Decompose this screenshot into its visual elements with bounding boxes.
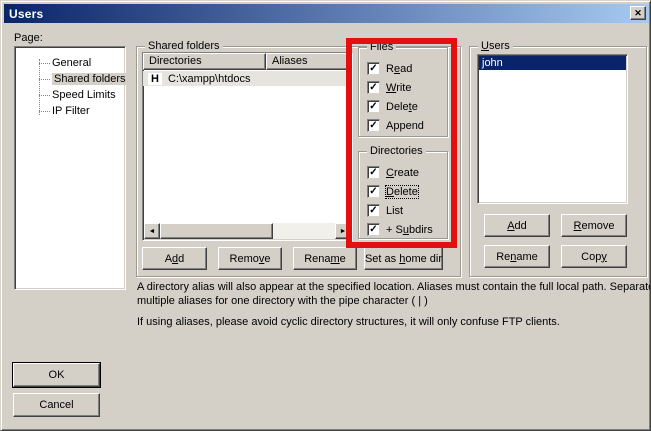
close-button[interactable]: ✕ <box>630 6 646 20</box>
listview-header: Directories Aliases <box>143 53 352 70</box>
directories-permissions-group: Directories ✓ Create ✓ Delete ✓ List ✓ +… <box>358 151 448 239</box>
check-icon: ✓ <box>369 64 377 74</box>
check-icon: ✓ <box>369 206 377 216</box>
scroll-left-icon: ◄ <box>149 228 156 235</box>
check-icon: ✓ <box>369 168 377 178</box>
tree-item-general[interactable]: General <box>15 55 125 71</box>
column-header-aliases[interactable]: Aliases <box>266 53 352 70</box>
append-label[interactable]: Append <box>386 120 424 132</box>
shared-add-button[interactable]: Add <box>142 247 207 270</box>
check-icon: ✓ <box>369 121 377 131</box>
files-permissions-group: Files ✓ Read ✓ Write ✓ Delete ✓ Append <box>358 47 448 137</box>
read-checkbox[interactable]: ✓ <box>367 62 380 75</box>
scroll-right-button[interactable]: ► <box>335 223 351 239</box>
ok-button[interactable]: OK <box>13 363 100 387</box>
files-group-label: Files <box>367 40 396 54</box>
read-option: ✓ Read <box>367 59 445 78</box>
append-option: ✓ Append <box>367 116 445 135</box>
list-label[interactable]: List <box>386 205 403 217</box>
check-icon: ✓ <box>369 225 377 235</box>
check-icon: ✓ <box>369 83 377 93</box>
users-dialog: Users ✕ Page: General Shared folders Spe… <box>0 0 651 431</box>
directories-group-label: Directories <box>367 144 426 158</box>
write-checkbox[interactable]: ✓ <box>367 81 380 94</box>
user-list-item[interactable]: john <box>479 56 626 70</box>
file-delete-label[interactable]: Delete <box>386 101 418 113</box>
close-icon: ✕ <box>634 9 642 18</box>
write-label[interactable]: Write <box>386 82 411 94</box>
subdirs-label[interactable]: + Subdirs <box>386 224 433 236</box>
user-copy-button[interactable]: Copy <box>561 245 627 268</box>
alias-note: A directory alias will also appear at th… <box>137 280 651 308</box>
dir-delete-option: ✓ Delete <box>367 182 445 201</box>
directory-path: C:\xampp\htdocs <box>162 73 251 85</box>
check-icon: ✓ <box>369 102 377 112</box>
tree-item-shared-folders[interactable]: Shared folders <box>15 71 125 87</box>
page-label: Page: <box>14 32 43 44</box>
dir-delete-checkbox[interactable]: ✓ <box>367 185 380 198</box>
create-label[interactable]: Create <box>386 167 419 179</box>
list-option: ✓ List <box>367 201 445 220</box>
list-checkbox[interactable]: ✓ <box>367 204 380 217</box>
shared-folders-group-label: Shared folders <box>145 39 223 53</box>
shared-rename-button[interactable]: Rename <box>293 247 357 270</box>
user-add-button[interactable]: Add <box>484 214 550 237</box>
user-remove-button[interactable]: Remove <box>561 214 627 237</box>
write-option: ✓ Write <box>367 78 445 97</box>
horizontal-scrollbar[interactable]: ◄ ► <box>144 223 351 239</box>
users-listbox[interactable]: john <box>477 54 628 204</box>
users-group-label: Users <box>478 39 513 53</box>
dir-delete-label[interactable]: Delete <box>386 186 418 198</box>
window-title: Users <box>9 7 43 21</box>
shared-remove-button[interactable]: Remove <box>218 247 282 270</box>
cyclic-note: If using aliases, please avoid cyclic di… <box>137 315 651 329</box>
page-tree[interactable]: General Shared folders Speed Limits IP F… <box>14 46 126 290</box>
home-dir-marker: H <box>148 73 162 85</box>
notes: A directory alias will also appear at th… <box>137 280 651 329</box>
tree-item-speed-limits[interactable]: Speed Limits <box>15 87 125 103</box>
subdirs-checkbox[interactable]: ✓ <box>367 223 380 236</box>
check-icon: ✓ <box>369 187 377 197</box>
read-label[interactable]: Read <box>386 63 412 75</box>
file-delete-checkbox[interactable]: ✓ <box>367 100 380 113</box>
append-checkbox[interactable]: ✓ <box>367 119 380 132</box>
directory-row[interactable]: H C:\xampp\htdocs <box>143 71 352 86</box>
cancel-button[interactable]: Cancel <box>13 393 100 417</box>
create-option: ✓ Create <box>367 163 445 182</box>
set-as-home-dir-button[interactable]: Set as home dir <box>364 247 443 270</box>
scroll-left-button[interactable]: ◄ <box>144 223 160 239</box>
user-rename-button[interactable]: Rename <box>484 245 550 268</box>
scrollbar-thumb[interactable] <box>160 223 273 239</box>
tree-item-ip-filter[interactable]: IP Filter <box>15 103 125 119</box>
subdirs-option: ✓ + Subdirs <box>367 220 445 239</box>
file-delete-option: ✓ Delete <box>367 97 445 116</box>
directories-listview[interactable]: Directories Aliases H C:\xampp\htdocs ◄ … <box>142 52 353 241</box>
scrollbar-track[interactable] <box>273 223 335 239</box>
title-bar[interactable]: Users ✕ <box>4 4 649 23</box>
create-checkbox[interactable]: ✓ <box>367 166 380 179</box>
column-header-directories[interactable]: Directories <box>143 53 266 70</box>
scroll-right-icon: ► <box>340 228 347 235</box>
